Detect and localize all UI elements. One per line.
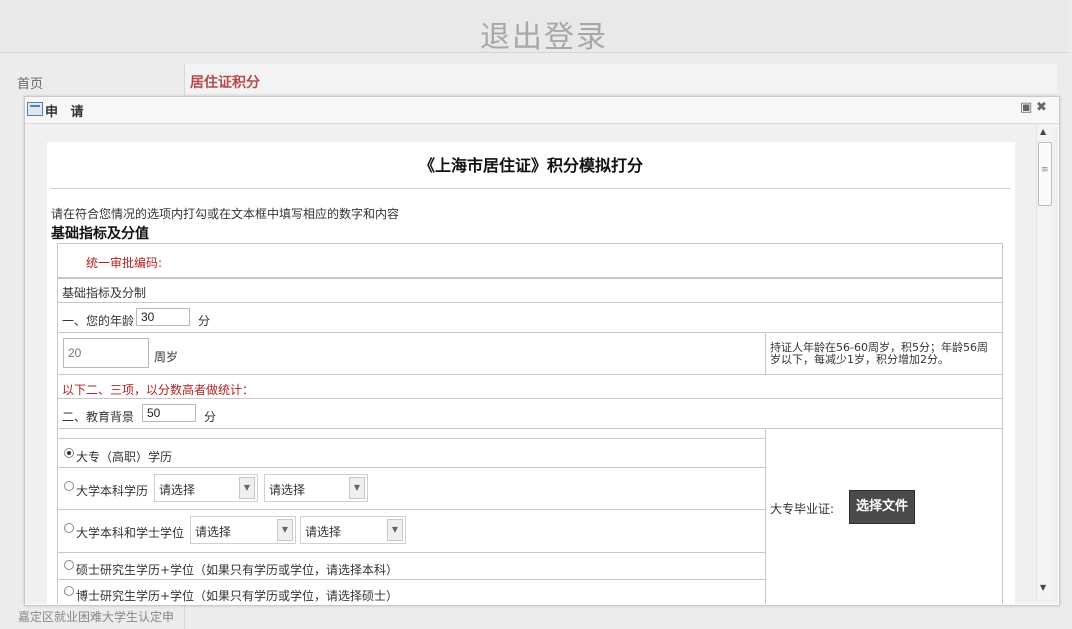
table-rule <box>58 398 1002 399</box>
table-rule <box>58 509 765 510</box>
window-icon <box>27 102 43 116</box>
sidebar-item-unemployed-grad[interactable]: 嘉定区就业困难大学生认定申 <box>18 608 174 625</box>
vertical-scrollbar[interactable]: ▲ ▼ <box>1036 124 1053 599</box>
basic-header: 基础指标及分制 <box>62 286 147 300</box>
scroll-down-icon[interactable]: ▼ <box>1040 583 1046 592</box>
table-rule <box>58 438 765 439</box>
approval-box: 统一审批编码: <box>57 243 1003 278</box>
option-label: 硕士研究生学历+学位（如果只有学历或学位，请选择本科） <box>76 563 399 577</box>
table-rule <box>765 428 766 604</box>
top-bar: 退出登录 <box>0 0 1068 55</box>
score-table: 基础指标及分制 一、您的年龄 分 周岁 持证人年龄在56-60周岁，积5分；年龄… <box>57 278 1003 604</box>
age-years-unit: 周岁 <box>154 350 179 364</box>
radio-bachelor-education[interactable] <box>64 481 74 491</box>
highest-score-note: 以下二、三项，以分数高者做统计： <box>62 383 255 397</box>
approval-label: 统一审批编码: <box>86 256 163 270</box>
nav-tab-area: 居住证积分 <box>185 64 1057 94</box>
diploma-label: 大专毕业证: <box>770 502 835 516</box>
select-value: 请选择 <box>195 525 232 539</box>
age-years-input[interactable] <box>63 338 149 368</box>
form-title: 《上海市居住证》积分模拟打分 <box>418 156 643 175</box>
choose-file-button[interactable]: 选择文件 <box>849 490 915 524</box>
select-bachelor-school[interactable]: 请选择 ▼ <box>154 474 258 502</box>
select-degree-school[interactable]: 请选择 ▼ <box>190 516 296 544</box>
age-score-input[interactable] <box>136 308 190 326</box>
maximize-icon[interactable]: ▣ <box>1020 100 1032 115</box>
chevron-down-icon: ▼ <box>387 519 403 541</box>
age-unit: 分 <box>198 314 211 328</box>
option-label: 大专（高职）学历 <box>76 450 173 464</box>
age-label: 一、您的年龄 <box>62 314 135 328</box>
table-rule <box>58 302 1002 303</box>
select-bachelor-year[interactable]: 请选择 ▼ <box>264 474 368 502</box>
radio-bachelor-degree[interactable] <box>64 523 74 533</box>
radio-doctor[interactable] <box>64 586 74 596</box>
education-score-input[interactable] <box>142 404 196 422</box>
table-rule <box>58 428 1002 429</box>
dialog-title: 申 请 <box>45 105 88 120</box>
radio-associate-degree[interactable] <box>64 448 74 458</box>
scroll-up-icon[interactable]: ▲ <box>1040 127 1046 136</box>
tab-residence-points[interactable]: 居住证积分 <box>190 72 260 92</box>
table-rule <box>58 552 765 553</box>
table-rule <box>58 374 1002 375</box>
scroll-thumb[interactable] <box>1038 142 1052 206</box>
nav-bar: 首页 居住证积分 <box>0 64 1060 629</box>
form-paper: 《上海市居住证》积分模拟打分 请在符合您情况的选项内打勾或在文本框中填写相应的数… <box>47 142 1015 604</box>
table-rule <box>765 332 766 374</box>
select-value: 请选择 <box>305 525 342 539</box>
radio-master[interactable] <box>64 560 74 570</box>
logout-link[interactable]: 退出登录 <box>0 12 1072 56</box>
chevron-down-icon: ▼ <box>349 477 365 499</box>
divider <box>50 188 1010 189</box>
table-rule <box>58 278 1002 279</box>
select-degree-year[interactable]: 请选择 ▼ <box>300 516 406 544</box>
age-note: 持证人年龄在56-60周岁，积5分；年龄56周岁以下，每减少1岁，积分增加2分。 <box>770 341 988 366</box>
chevron-down-icon: ▼ <box>239 477 255 499</box>
application-dialog: 申 请 ▣ ✖ ▲ ▼ 《上海市居住证》积分模拟打分 请在符合您情况的选项内打勾… <box>24 96 1060 606</box>
education-unit: 分 <box>204 410 217 424</box>
table-rule <box>58 332 1002 333</box>
option-label: 大学本科和学士学位 <box>76 526 185 540</box>
nav-home[interactable]: 首页 <box>17 73 43 92</box>
education-label: 二、教育背景 <box>62 410 135 424</box>
close-icon[interactable]: ✖ <box>1036 100 1047 115</box>
table-rule <box>58 579 765 580</box>
table-rule <box>58 467 765 468</box>
option-label: 大学本科学历 <box>76 484 149 498</box>
chevron-down-icon: ▼ <box>277 519 293 541</box>
instructions-text: 请在符合您情况的选项内打勾或在文本框中填写相应的数字和内容 <box>51 207 400 221</box>
section-heading: 基础指标及分值 <box>51 226 149 242</box>
dialog-body: ▲ ▼ 《上海市居住证》积分模拟打分 请在符合您情况的选项内打勾或在文本框中填写… <box>25 124 1058 604</box>
dialog-titlebar: 申 请 ▣ ✖ <box>25 97 1059 124</box>
select-value: 请选择 <box>269 483 306 497</box>
select-value: 请选择 <box>159 483 196 497</box>
option-label: 博士研究生学历+学位（如果只有学历或学位，请选择硕士） <box>76 589 399 603</box>
